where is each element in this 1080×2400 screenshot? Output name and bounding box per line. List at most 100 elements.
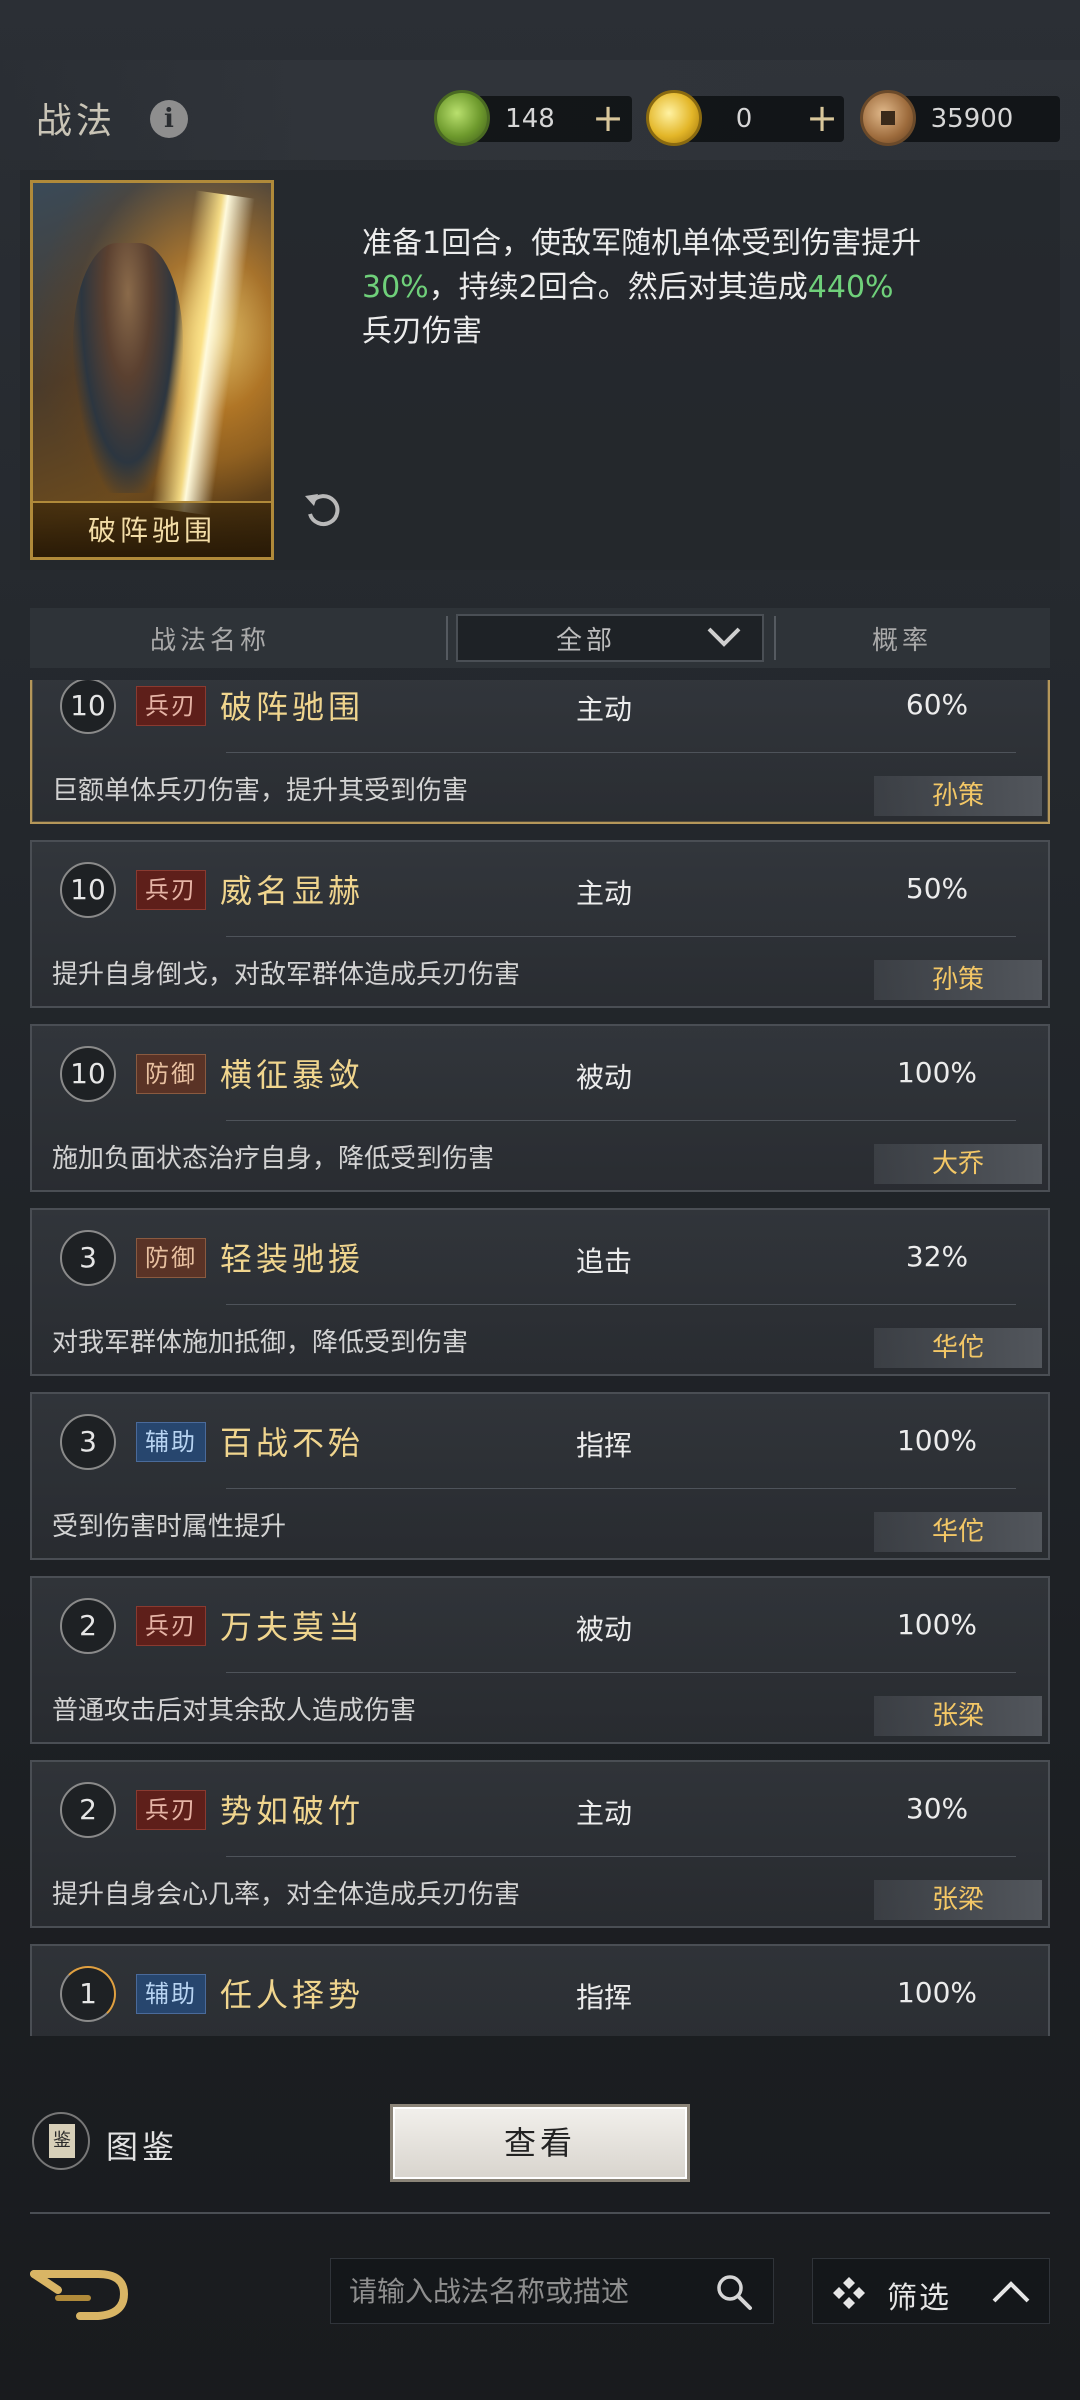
- skill-name: 百战不殆: [220, 1424, 365, 1462]
- search-bar: [330, 2258, 774, 2324]
- card-name: 破阵驰围: [33, 501, 271, 557]
- skill-tag: 辅助: [136, 1422, 206, 1462]
- skill-type: 被动: [576, 1613, 633, 1646]
- skill-name: 破阵驰围: [220, 688, 365, 726]
- skill-rate: 30%: [905, 1792, 969, 1825]
- view-button[interactable]: 查看: [390, 2104, 690, 2182]
- skill-rate: 100%: [896, 1056, 978, 1089]
- skill-summary: 提升自身会心几率，对全体造成兵刃伤害: [52, 1880, 521, 1910]
- filter-button[interactable]: 筛选: [812, 2258, 1050, 2324]
- skill-name: 横征暴敛: [220, 1056, 365, 1094]
- copper-coin-icon: [860, 90, 916, 146]
- skill-row[interactable]: 1 辅助 任人择势 指挥 100%: [30, 1944, 1050, 2036]
- skill-list[interactable]: 10 兵刃 破阵驰围 主动 60% 巨额单体兵刃伤害，提升其受到伤害 孙策 10…: [30, 680, 1050, 2036]
- column-skill-name: 战法名称: [150, 626, 271, 656]
- level-badge: 2: [60, 1782, 116, 1838]
- divider: [774, 616, 776, 660]
- owner-badge: 华佗: [874, 1328, 1042, 1368]
- jade-amount: 148: [505, 104, 555, 134]
- skill-summary: 施加负面状态治疗自身，降低受到伤害: [52, 1144, 495, 1174]
- skill-summary: 受到伤害时属性提升: [52, 1512, 287, 1542]
- level-badge: 3: [60, 1414, 116, 1470]
- filter-diamonds-icon: [833, 2277, 865, 2309]
- gold-ingot-icon: [646, 90, 702, 146]
- skill-row[interactable]: 2 兵刃 万夫莫当 被动 100% 普通攻击后对其余敌人造成伤害 张梁: [30, 1576, 1050, 1744]
- skill-summary: 对我军群体施加抵御，降低受到伤害: [52, 1328, 469, 1358]
- owner-badge: 张梁: [874, 1880, 1042, 1920]
- divider: [226, 1672, 1016, 1673]
- skill-tag: 辅助: [136, 1974, 206, 2014]
- skill-tag: 防御: [136, 1238, 206, 1278]
- skill-row[interactable]: 10 兵刃 威名显赫 主动 50% 提升自身倒戈，对敌军群体造成兵刃伤害 孙策: [30, 840, 1050, 1008]
- divider: [226, 1120, 1016, 1121]
- skill-name: 万夫莫当: [220, 1608, 365, 1646]
- level-badge: 2: [60, 1598, 116, 1654]
- add-gold-button[interactable]: +: [802, 96, 842, 142]
- owner-badge: 孙策: [874, 960, 1042, 1000]
- level-badge: 10: [60, 680, 116, 734]
- filter-selected-value: 全部: [556, 626, 617, 656]
- gold-amount: 0: [735, 104, 753, 134]
- skill-summary: 普通攻击后对其余敌人造成伤害: [52, 1696, 417, 1726]
- skill-name: 任人择势: [220, 1976, 365, 2014]
- jade-icon: [434, 90, 490, 146]
- back-arrow-icon[interactable]: [28, 2260, 132, 2324]
- skill-row[interactable]: 3 防御 轻装驰援 追击 32% 对我军群体施加抵御，降低受到伤害 华佗: [30, 1208, 1050, 1376]
- search-icon[interactable]: [715, 2273, 753, 2311]
- divider: [226, 936, 1016, 937]
- skill-type: 主动: [576, 1797, 633, 1830]
- skill-tag: 防御: [136, 1054, 206, 1094]
- skill-rate: 60%: [905, 688, 969, 721]
- skill-summary: 提升自身倒戈，对敌军群体造成兵刃伤害: [52, 960, 521, 990]
- owner-badge: 孙策: [874, 776, 1042, 816]
- refresh-icon[interactable]: [302, 488, 346, 532]
- level-badge: 1: [60, 1966, 116, 2022]
- chevron-up-icon: [992, 2281, 1030, 2303]
- owner-badge: 大乔: [874, 1144, 1042, 1184]
- skill-name: 威名显赫: [220, 872, 365, 910]
- search-input[interactable]: [349, 2259, 709, 2323]
- skill-row[interactable]: 2 兵刃 势如破竹 主动 30% 提升自身会心几率，对全体造成兵刃伤害 张梁: [30, 1760, 1050, 1928]
- skill-type: 被动: [576, 1061, 633, 1094]
- highlight-value: 440%: [807, 270, 894, 305]
- divider: [226, 1304, 1016, 1305]
- level-badge: 3: [60, 1230, 116, 1286]
- column-rate: 概率: [872, 626, 933, 656]
- atlas-label[interactable]: 图鉴: [106, 2122, 178, 2168]
- skill-rate: 100%: [896, 1424, 978, 1457]
- skill-description: 准备1回合，使敌军随机单体受到伤害提升30%，持续2回合。然后对其造成440% 兵…: [362, 226, 922, 349]
- divider: [446, 616, 448, 660]
- skill-tag: 兵刃: [136, 1606, 206, 1646]
- level-badge: 10: [60, 1046, 116, 1102]
- skill-rate: 100%: [896, 1608, 978, 1641]
- atlas-icon[interactable]: 鉴: [32, 2112, 90, 2170]
- skill-rate: 100%: [896, 1976, 978, 2009]
- filter-label: 筛选: [887, 2281, 951, 2316]
- copper-amount: 35900: [930, 104, 1014, 134]
- chevron-down-icon: [707, 627, 741, 647]
- skill-type: 指挥: [576, 1429, 633, 1462]
- skill-row-selected[interactable]: 10 兵刃 破阵驰围 主动 60% 巨额单体兵刃伤害，提升其受到伤害 孙策: [30, 680, 1050, 824]
- highlight-value: 30%: [362, 270, 429, 305]
- page-title: 战法: [36, 101, 117, 142]
- add-jade-button[interactable]: +: [588, 96, 628, 142]
- skill-card[interactable]: 破阵驰围: [30, 180, 274, 560]
- info-icon[interactable]: i: [150, 100, 188, 138]
- skill-row[interactable]: 3 辅助 百战不殆 指挥 100% 受到伤害时属性提升 华佗: [30, 1392, 1050, 1560]
- skill-rate: 50%: [905, 872, 969, 905]
- skill-tag: 兵刃: [136, 1790, 206, 1830]
- level-badge: 10: [60, 862, 116, 918]
- skill-row[interactable]: 10 防御 横征暴敛 被动 100% 施加负面状态治疗自身，降低受到伤害 大乔: [30, 1024, 1050, 1192]
- skill-summary: 巨额单体兵刃伤害，提升其受到伤害: [52, 776, 469, 806]
- skill-type: 指挥: [576, 1981, 633, 2014]
- owner-badge: 张梁: [874, 1696, 1042, 1736]
- divider: [226, 1488, 1016, 1489]
- skill-type: 主动: [576, 693, 633, 726]
- skill-name: 势如破竹: [220, 1792, 365, 1830]
- divider: [226, 1856, 1016, 1857]
- divider: [226, 752, 1016, 753]
- owner-badge: 华佗: [874, 1512, 1042, 1552]
- skill-type: 追击: [576, 1245, 633, 1278]
- divider: [30, 2212, 1050, 2214]
- skill-type: 主动: [576, 877, 633, 910]
